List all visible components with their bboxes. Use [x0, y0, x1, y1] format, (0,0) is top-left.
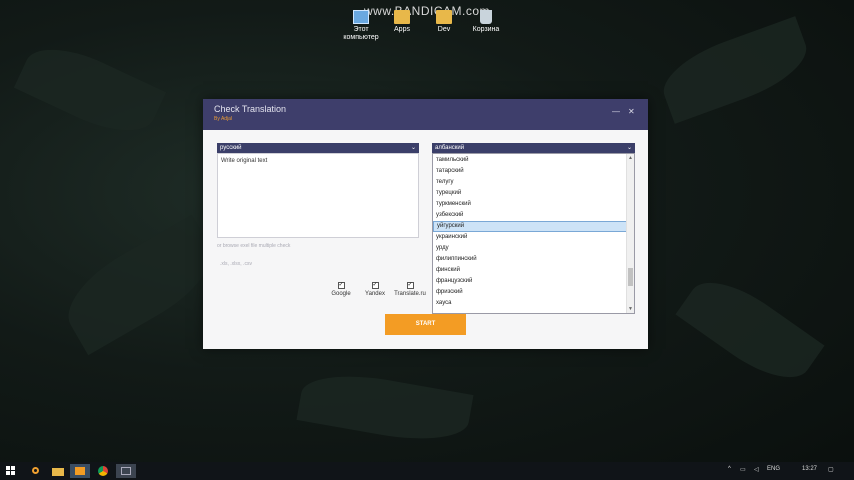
- check-translation-window: Check Translation By Adjal — ✕ русский ⌄…: [203, 99, 648, 349]
- language-option[interactable]: татарский: [433, 166, 627, 177]
- language-option[interactable]: урду: [433, 243, 627, 254]
- network-icon[interactable]: ▭: [740, 466, 746, 473]
- browse-hint: or browse exel file multiple check: [217, 243, 291, 249]
- yandex-checkbox[interactable]: ✓ Yandex: [360, 282, 390, 297]
- check-translation-taskbar-icon[interactable]: [116, 464, 136, 478]
- language-option[interactable]: финский: [433, 265, 627, 276]
- original-text-input[interactable]: Write original text: [217, 153, 419, 238]
- close-button[interactable]: ✕: [628, 108, 635, 116]
- language-option[interactable]: французский: [433, 276, 627, 287]
- scrollbar-thumb[interactable]: [628, 268, 633, 286]
- recycle-bin-icon: [480, 10, 492, 24]
- translate-ru-label: Translate.ru: [394, 291, 426, 297]
- volume-icon[interactable]: ◁: [754, 466, 759, 473]
- computer-icon: [353, 10, 369, 24]
- taskbar: ^ ▭ ◁ ENG 13:27 ▢: [0, 462, 854, 480]
- language-option[interactable]: украинский: [433, 232, 627, 243]
- translate-ru-checkbox[interactable]: ✓ Translate.ru: [393, 282, 427, 297]
- language-option[interactable]: телугу: [433, 177, 627, 188]
- language-option[interactable]: туркменский: [433, 199, 627, 210]
- language-option[interactable]: хауса: [433, 298, 627, 309]
- window-title: Check Translation: [214, 104, 287, 114]
- app-taskbar-icon[interactable]: [70, 464, 90, 478]
- chevron-up-icon[interactable]: ^: [728, 466, 731, 472]
- language-option[interactable]: узбекский: [433, 210, 627, 221]
- title-bar[interactable]: Check Translation By Adjal — ✕: [203, 99, 648, 130]
- window-subtitle: By Adjal: [214, 116, 233, 122]
- source-language-select[interactable]: русский ⌄: [217, 143, 419, 153]
- target-language-value: албанский: [435, 145, 465, 151]
- target-language-dropdown[interactable]: тамильский татарский телугу турецкий тур…: [432, 153, 635, 314]
- desktop-icon-label: Корзина: [472, 26, 500, 33]
- chevron-down-icon: ⌄: [626, 145, 632, 151]
- folder-icon: [436, 10, 452, 24]
- search-icon[interactable]: [26, 464, 46, 478]
- yandex-label: Yandex: [365, 291, 385, 297]
- file-explorer-icon[interactable]: [48, 464, 68, 478]
- checkmark-icon: ✓: [406, 282, 414, 289]
- language-option[interactable]: тамильский: [433, 155, 627, 166]
- target-language-select[interactable]: албанский ⌄: [432, 143, 635, 153]
- scroll-down-arrow-icon[interactable]: ▼: [628, 306, 633, 312]
- windows-start-icon[interactable]: [4, 464, 24, 478]
- original-text-placeholder: Write original text: [221, 158, 268, 164]
- minimize-button[interactable]: —: [612, 108, 620, 116]
- language-option[interactable]: филиппинский: [433, 254, 627, 265]
- notifications-icon[interactable]: ▢: [828, 466, 834, 473]
- checkmark-icon: ✓: [337, 282, 345, 289]
- start-button[interactable]: START: [385, 314, 466, 335]
- folder-icon: [394, 10, 410, 24]
- clock[interactable]: 13:27: [802, 466, 817, 472]
- desktop-icon-recycle-bin[interactable]: Корзина: [461, 10, 511, 34]
- file-input[interactable]: .xls, .xlsx, .csv: [220, 261, 252, 267]
- google-label: Google: [331, 291, 351, 297]
- scroll-up-arrow-icon[interactable]: ▲: [628, 155, 633, 161]
- keyboard-language[interactable]: ENG: [767, 466, 780, 472]
- source-language-value: русский: [220, 145, 242, 151]
- dropdown-scrollbar[interactable]: ▲ ▼: [626, 154, 634, 313]
- chrome-icon[interactable]: [93, 464, 113, 478]
- language-option[interactable]: фризский: [433, 287, 627, 298]
- language-option[interactable]: турецкий: [433, 188, 627, 199]
- language-option-selected[interactable]: уйгурский: [433, 221, 627, 232]
- google-checkbox[interactable]: ✓ Google: [326, 282, 356, 297]
- chevron-down-icon: ⌄: [410, 145, 416, 151]
- checkmark-icon: ✓: [371, 282, 379, 289]
